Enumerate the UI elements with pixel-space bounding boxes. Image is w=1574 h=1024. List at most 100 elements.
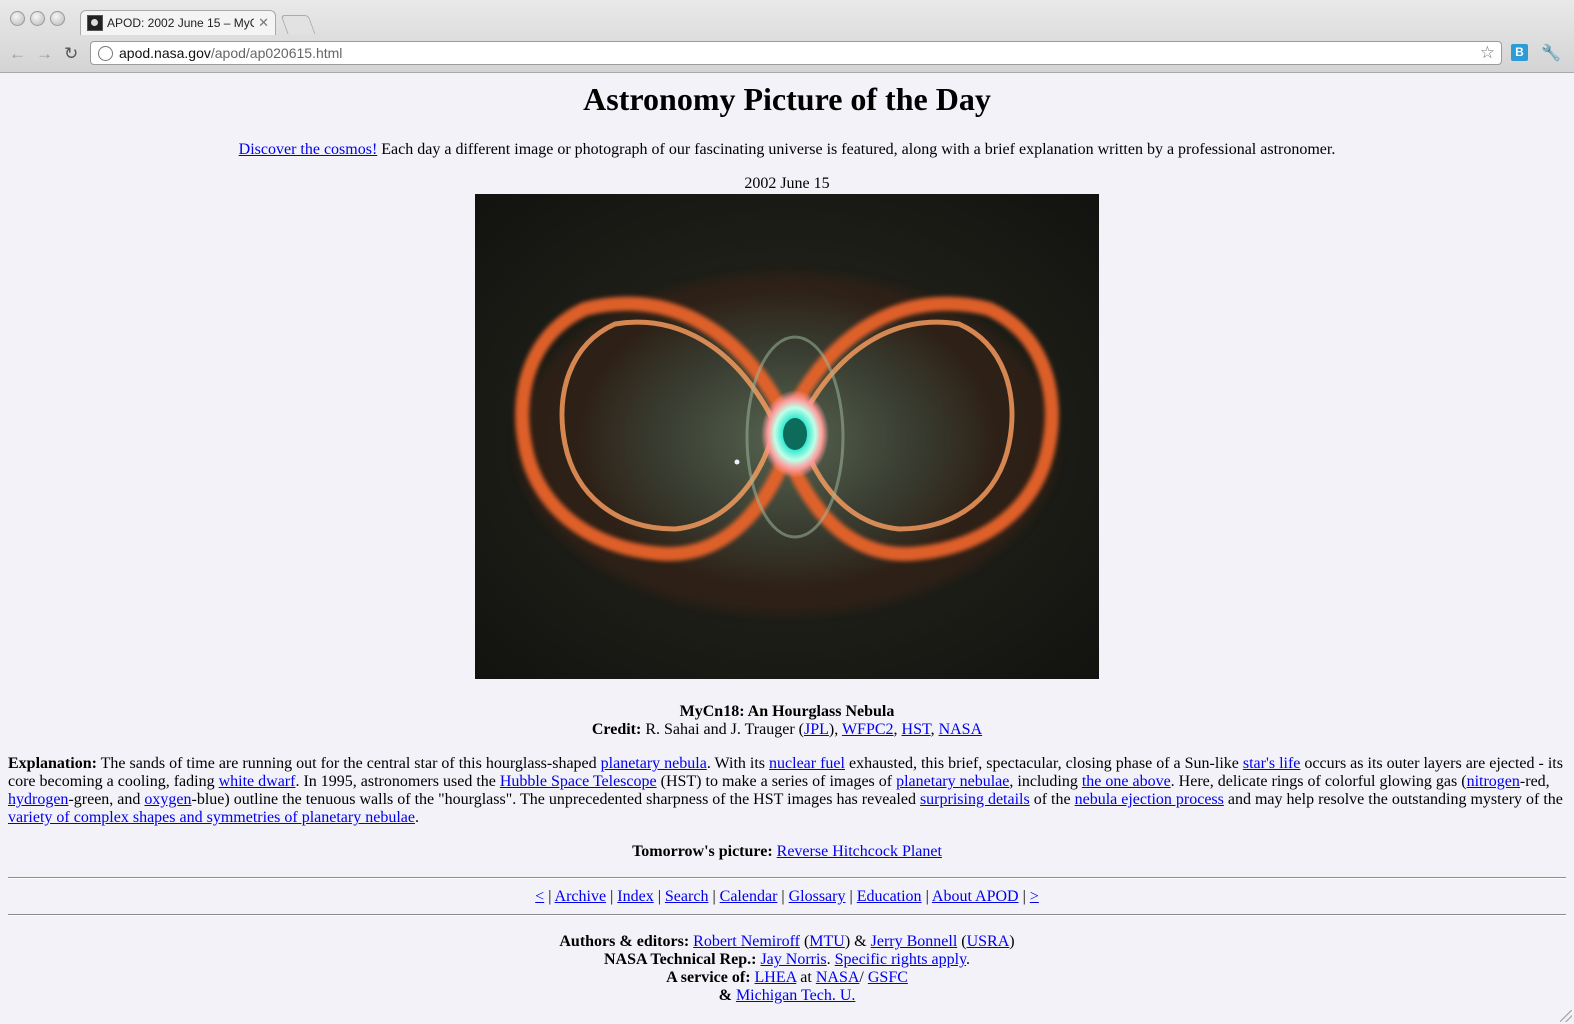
globe-icon bbox=[98, 45, 113, 61]
hourglass-nebula-graphic bbox=[475, 194, 1099, 679]
tech-rep-line: NASA Technical Rep.: Jay Norris. Specifi… bbox=[603, 951, 971, 968]
explanation-text: , including bbox=[1009, 773, 1082, 790]
explanation-text: The sands of time are running out for th… bbox=[96, 755, 601, 772]
michigan-tech-link[interactable]: Michigan Tech. U. bbox=[736, 987, 855, 1004]
nav-separator: | bbox=[845, 888, 857, 905]
nav-separator: | bbox=[777, 888, 789, 905]
nav-calendar-link[interactable]: Calendar bbox=[720, 888, 778, 905]
mtu-line: & Michigan Tech. U. bbox=[0, 987, 1574, 1005]
nav-next-link[interactable]: > bbox=[1030, 888, 1039, 905]
credit-link-nasa[interactable]: NASA bbox=[939, 721, 983, 738]
explanation-text: and may help resolve the outstanding mys… bbox=[1223, 791, 1563, 808]
authors-label: Authors & editors: bbox=[559, 933, 690, 950]
mtu-link[interactable]: MTU bbox=[809, 933, 845, 950]
lhea-link[interactable]: LHEA bbox=[755, 969, 797, 986]
credit-link-jpl[interactable]: JPL bbox=[804, 721, 829, 738]
ampersand: & bbox=[850, 933, 871, 950]
gsfc-link[interactable]: GSFC bbox=[868, 969, 908, 986]
window-controls bbox=[10, 11, 65, 26]
close-window-button[interactable] bbox=[10, 11, 25, 26]
jay-norris-link[interactable]: Jay Norris bbox=[760, 951, 826, 968]
picture-date: 2002 June 15 bbox=[744, 175, 830, 192]
nav-search-link[interactable]: Search bbox=[665, 888, 709, 905]
link-surprising-details[interactable]: surprising details bbox=[920, 791, 1030, 808]
nav-separator: | bbox=[921, 888, 932, 905]
divider bbox=[8, 877, 1566, 879]
explanation-paragraph: Explanation: The sands of time are runni… bbox=[8, 755, 1566, 827]
tech-rep-label: NASA Technical Rep.: bbox=[603, 951, 757, 968]
link-nuclear-fuel[interactable]: nuclear fuel bbox=[769, 755, 845, 772]
explanation-text: . With its bbox=[706, 755, 770, 772]
credit-text: R. Sahai and J. Trauger ( bbox=[641, 721, 804, 738]
nasa-link[interactable]: NASA bbox=[816, 969, 860, 986]
reload-icon[interactable]: ↻ bbox=[64, 44, 78, 64]
tab-close-icon[interactable]: ✕ bbox=[258, 15, 269, 31]
nav-separator: | bbox=[1018, 888, 1030, 905]
link-stars-life[interactable]: star's life bbox=[1243, 755, 1301, 772]
intro-paragraph: Discover the cosmos! Each day a differen… bbox=[0, 141, 1574, 159]
nav-separator: | bbox=[708, 888, 720, 905]
tomorrow-label: Tomorrow's picture: bbox=[632, 843, 773, 860]
tab-title: APOD: 2002 June 15 – MyCn bbox=[107, 16, 255, 30]
authors-line: Authors & editors: Robert Nemiroff (MTU)… bbox=[559, 933, 1015, 950]
wrench-menu-icon[interactable]: 🔧 bbox=[1541, 43, 1561, 63]
page-title: Astronomy Picture of the Day bbox=[583, 81, 991, 117]
explanation-text: of the bbox=[1029, 791, 1075, 808]
explanation-text: . In 1995, astronomers used the bbox=[295, 773, 500, 790]
service-line: A service of: LHEA at NASA/ GSFC bbox=[666, 969, 908, 986]
forward-arrow-icon[interactable]: → bbox=[36, 44, 53, 64]
nav-education-link[interactable]: Education bbox=[857, 888, 922, 905]
explanation-text: -blue) outline the tenuous walls of the … bbox=[191, 791, 920, 808]
tomorrow-link[interactable]: Reverse Hitchcock Planet bbox=[777, 843, 942, 860]
minimize-window-button[interactable] bbox=[30, 11, 45, 26]
divider bbox=[8, 914, 1566, 916]
explanation-text: -green, and bbox=[68, 791, 145, 808]
ampersand: & bbox=[718, 987, 736, 1004]
zoom-window-button[interactable] bbox=[50, 11, 65, 26]
explanation-text: . bbox=[414, 809, 419, 826]
nebula-image[interactable] bbox=[475, 194, 1099, 679]
link-hubble-space-telescope[interactable]: Hubble Space Telescope bbox=[500, 773, 657, 790]
at-text: at bbox=[796, 969, 816, 986]
discover-cosmos-link[interactable]: Discover the cosmos! bbox=[239, 141, 378, 158]
page-content: Astronomy Picture of the Day Discover th… bbox=[0, 72, 1574, 1005]
author-bonnell-link[interactable]: Jerry Bonnell bbox=[871, 933, 958, 950]
link-variety-of-shapes[interactable]: variety of complex shapes and symmetries… bbox=[8, 809, 415, 826]
rights-link[interactable]: Specific rights apply bbox=[835, 951, 966, 968]
resize-grip-icon[interactable] bbox=[1560, 1010, 1572, 1022]
url-path: /apod/ap020615.html bbox=[210, 45, 343, 61]
nav-about-link[interactable]: About APOD bbox=[932, 888, 1019, 905]
link-planetary-nebula[interactable]: planetary nebula bbox=[601, 755, 707, 772]
explanation-text: exhausted, this brief, spectacular, clos… bbox=[844, 755, 1243, 772]
link-planetary-nebulae[interactable]: planetary nebulae bbox=[896, 773, 1009, 790]
nav-glossary-link[interactable]: Glossary bbox=[789, 888, 846, 905]
footer: Authors & editors: Robert Nemiroff (MTU)… bbox=[0, 933, 1574, 1005]
extension-button[interactable]: B bbox=[1511, 44, 1528, 61]
link-nebula-ejection-process[interactable]: nebula ejection process bbox=[1075, 791, 1224, 808]
browser-chrome: APOD: 2002 June 15 – MyCn ✕ ← → ↻ apod.n… bbox=[0, 0, 1574, 73]
link-the-one-above[interactable]: the one above bbox=[1082, 773, 1171, 790]
credit-label: Credit: bbox=[591, 721, 642, 738]
credit-link-wfpc2[interactable]: WFPC2 bbox=[842, 721, 894, 738]
link-nitrogen[interactable]: nitrogen bbox=[1467, 773, 1520, 790]
address-bar[interactable]: apod.nasa.gov/apod/ap020615.html ☆ bbox=[90, 41, 1502, 65]
author-nemiroff-link[interactable]: Robert Nemiroff bbox=[693, 933, 800, 950]
link-white-dwarf[interactable]: white dwarf bbox=[219, 773, 296, 790]
nav-links: < | Archive | Index | Search | Calendar … bbox=[0, 888, 1574, 906]
link-oxygen[interactable]: oxygen bbox=[144, 791, 191, 808]
nav-index-link[interactable]: Index bbox=[617, 888, 653, 905]
nav-separator: | bbox=[606, 888, 618, 905]
new-tab-button[interactable] bbox=[280, 15, 316, 34]
service-label: A service of: bbox=[666, 969, 751, 986]
credit-link-hst[interactable]: HST bbox=[902, 721, 931, 738]
browser-tab[interactable]: APOD: 2002 June 15 – MyCn ✕ bbox=[80, 10, 276, 35]
url-host: apod.nasa.gov bbox=[119, 45, 211, 61]
back-arrow-icon[interactable]: ← bbox=[9, 44, 26, 64]
nav-previous-link[interactable]: < bbox=[535, 888, 544, 905]
explanation-text: . Here, delicate rings of colorful glowi… bbox=[1170, 773, 1467, 790]
nav-archive-link[interactable]: Archive bbox=[555, 888, 607, 905]
link-hydrogen[interactable]: hydrogen bbox=[8, 791, 68, 808]
favicon-icon bbox=[87, 15, 103, 31]
usra-link[interactable]: USRA bbox=[967, 933, 1010, 950]
bookmark-star-icon[interactable]: ☆ bbox=[1480, 43, 1495, 63]
